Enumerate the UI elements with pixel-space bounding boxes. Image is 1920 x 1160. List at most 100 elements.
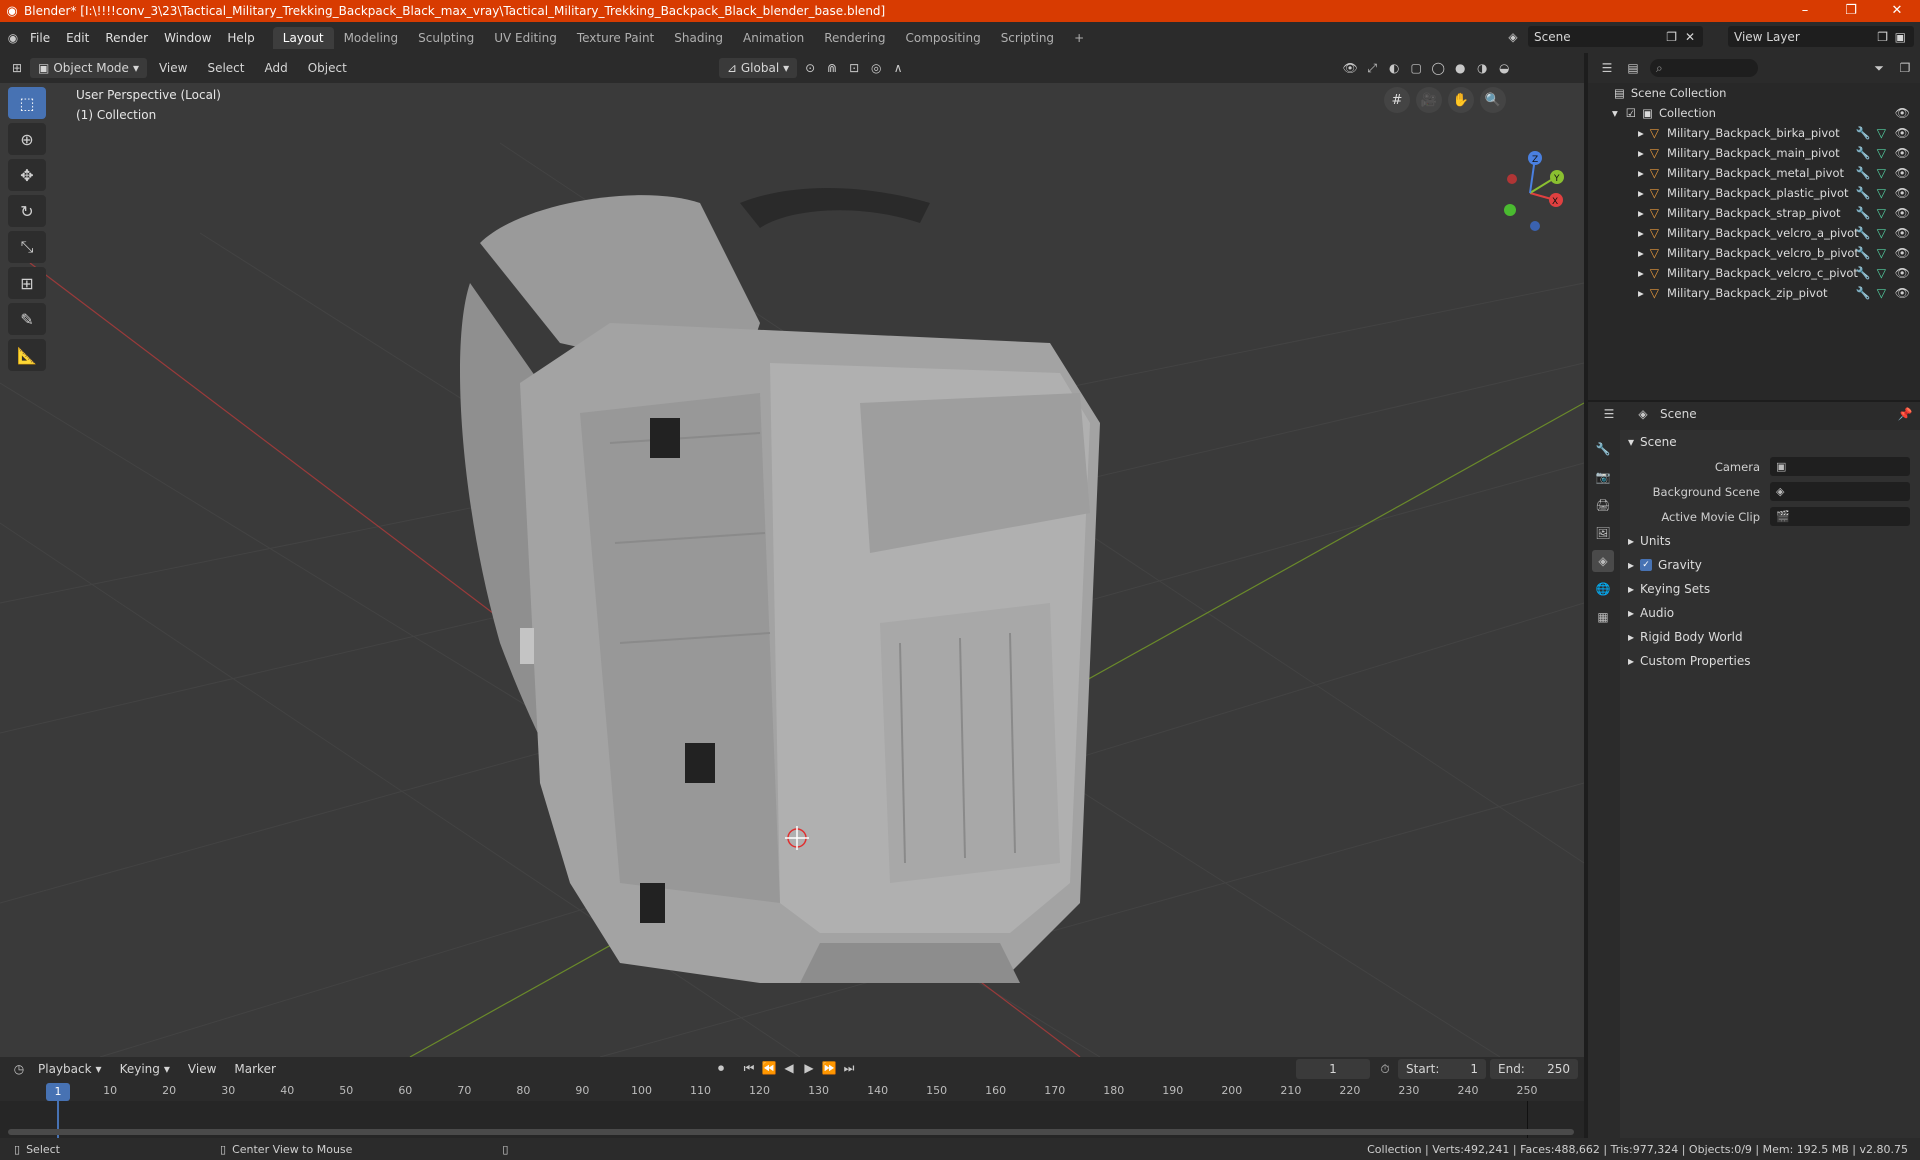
tab-shading[interactable]: Shading [664,27,733,49]
filter-icon[interactable]: ⏷ [1870,59,1888,77]
tab-texture-paint[interactable]: Texture Paint [567,27,664,49]
mesh-data-icon[interactable]: ▽ [1877,246,1886,260]
visibility-eye-icon[interactable]: 👁 [1895,266,1910,280]
editor-type-icon[interactable]: ⊞ [8,59,26,77]
snap-target-icon[interactable]: ⊡ [845,59,863,77]
minimize-icon[interactable]: – [1782,0,1828,22]
blender-menu-icon[interactable]: ◉ [4,29,22,47]
menu-add[interactable]: Add [256,58,295,78]
proportional-edit-icon[interactable]: ◎ [867,59,885,77]
cursor-tool[interactable]: ⊕ [8,123,46,155]
visibility-eye-icon[interactable]: 👁 [1895,286,1910,300]
render-tab-icon[interactable]: 📷 [1592,466,1614,488]
select-box-tool[interactable]: ⬚ [8,87,46,119]
scene-tab-icon[interactable]: ◈ [1592,550,1614,572]
view-layer-remove-icon[interactable]: ▣ [1895,30,1906,44]
tool-tab-icon[interactable]: 🔧 [1592,438,1614,460]
camera-view-icon[interactable]: 🎥 [1416,87,1442,113]
3d-viewport[interactable]: X Y Z User Perspective (Local) (1) Colle… [0,83,1584,1057]
snap-icon[interactable]: ⋒ [823,59,841,77]
shading-rendered-icon[interactable]: ◒ [1495,59,1513,77]
modifier-wrench-icon[interactable]: 🔧 [1856,286,1871,300]
keying-sets-panel[interactable]: ▸ Keying Sets [1620,577,1920,601]
current-frame-field[interactable]: 1 [1296,1059,1370,1079]
tab-sculpting[interactable]: Sculpting [408,27,484,49]
gravity-checkbox[interactable]: ✓ [1640,559,1653,571]
tab-rendering[interactable]: Rendering [814,27,895,49]
navigation-gizmo[interactable]: X Y Z [1504,151,1564,231]
modifier-wrench-icon[interactable]: 🔧 [1856,166,1871,180]
move-tool[interactable]: ✥ [8,159,46,191]
timeline-scrollbar[interactable] [8,1129,1574,1135]
visibility-eye-icon[interactable]: 👁 [1895,146,1910,160]
timeline-body[interactable] [0,1101,1584,1138]
modifier-wrench-icon[interactable]: 🔧 [1856,226,1871,240]
properties-editor-icon[interactable]: ☰ [1600,405,1618,423]
mesh-data-icon[interactable]: ▽ [1877,226,1886,240]
marker-menu[interactable]: Marker [226,1059,283,1079]
scene-collection-row[interactable]: ▤ Scene Collection [1588,83,1920,103]
xray-icon[interactable]: ▢ [1407,59,1425,77]
modifier-wrench-icon[interactable]: 🔧 [1856,146,1871,160]
end-frame-field[interactable]: End: 250 [1490,1059,1578,1079]
rotate-tool[interactable]: ↻ [8,195,46,227]
timeline-ruler[interactable]: 1 10 20 30 40 50 60 70 80 90 100 110 120 130 140 150 16… [0,1081,1584,1101]
mesh-data-icon[interactable]: ▽ [1877,286,1886,300]
modifier-wrench-icon[interactable]: 🔧 [1856,206,1871,220]
modifier-wrench-icon[interactable]: 🔧 [1856,126,1871,140]
visibility-eye-icon[interactable]: 👁 [1895,206,1910,220]
tab-compositing[interactable]: Compositing [895,27,990,49]
visibility-eye-icon[interactable]: 👁 [1895,186,1910,200]
scene-browse-icon[interactable]: ◈ [1504,28,1522,46]
expand-icon[interactable]: ▸ [1638,246,1644,260]
modifier-wrench-icon[interactable]: 🔧 [1856,266,1871,280]
falloff-icon[interactable]: ∧ [889,59,907,77]
modifier-wrench-icon[interactable]: 🔧 [1856,186,1871,200]
menu-view[interactable]: View [151,58,195,78]
tab-scripting[interactable]: Scripting [991,27,1064,49]
backpack-model[interactable] [460,188,1100,983]
play-reverse-icon[interactable]: ◀ [780,1059,798,1077]
mesh-data-icon[interactable]: ▽ [1877,266,1886,280]
add-workspace-icon[interactable]: + [1064,27,1094,49]
background-scene-field[interactable]: ◈ [1770,482,1910,501]
playhead-frame[interactable]: 1 [46,1083,70,1101]
prev-keyframe-icon[interactable]: ⏪ [760,1059,778,1077]
orientation-dropdown[interactable]: ⊿ Global ▾ [718,58,798,78]
close-icon[interactable]: ✕ [1874,0,1920,22]
shading-material-icon[interactable]: ◑ [1473,59,1491,77]
audio-panel[interactable]: ▸ Audio [1620,601,1920,625]
modifier-wrench-icon[interactable]: 🔧 [1856,246,1871,260]
gravity-panel[interactable]: ▸ ✓ Gravity [1620,553,1920,577]
keying-menu[interactable]: Keying ▾ [112,1059,178,1079]
restore-icon[interactable]: ❐ [1828,0,1874,22]
scene-selector[interactable]: Scene ❐ ✕ [1528,26,1703,47]
pivot-icon[interactable]: ⊙ [801,59,819,77]
playback-menu[interactable]: Playback ▾ [30,1059,110,1079]
collection-checkbox[interactable]: ☑ [1626,106,1636,120]
expand-icon[interactable]: ▸ [1638,146,1644,160]
timeline-view-menu[interactable]: View [180,1059,224,1079]
grid-toggle-icon[interactable]: # [1384,87,1410,113]
scene-new-icon[interactable]: ❐ [1666,30,1677,44]
zoom-icon[interactable]: 🔍 [1480,87,1506,113]
mesh-data-icon[interactable]: ▽ [1877,206,1886,220]
record-icon[interactable]: ⏺ [712,1059,730,1077]
mesh-data-icon[interactable]: ▽ [1877,146,1886,160]
next-keyframe-icon[interactable]: ⏩ [820,1059,838,1077]
output-tab-icon[interactable]: 🖨 [1592,494,1614,516]
menu-help[interactable]: Help [219,26,262,50]
tab-animation[interactable]: Animation [733,27,814,49]
visibility-icon[interactable]: 👁 [1341,59,1359,77]
tab-uv-editing[interactable]: UV Editing [484,27,567,49]
gizmo-icon[interactable]: ⤢ [1363,59,1381,77]
outliner-object-row[interactable]: ▸ ▽ Military_Backpack_main_pivot 🔧 ▽ 👁 [1588,143,1920,163]
start-frame-field[interactable]: Start: 1 [1398,1059,1486,1079]
outliner-object-row[interactable]: ▸ ▽ Military_Backpack_strap_pivot 🔧 ▽ 👁 [1588,203,1920,223]
measure-tool[interactable]: 📐 [8,339,46,371]
expand-icon[interactable]: ▸ [1638,226,1644,240]
visibility-eye-icon[interactable]: 👁 [1895,246,1910,260]
outliner-object-row[interactable]: ▸ ▽ Military_Backpack_metal_pivot 🔧 ▽ 👁 [1588,163,1920,183]
tab-modeling[interactable]: Modeling [334,27,409,49]
visibility-eye-icon[interactable]: 👁 [1895,106,1910,120]
